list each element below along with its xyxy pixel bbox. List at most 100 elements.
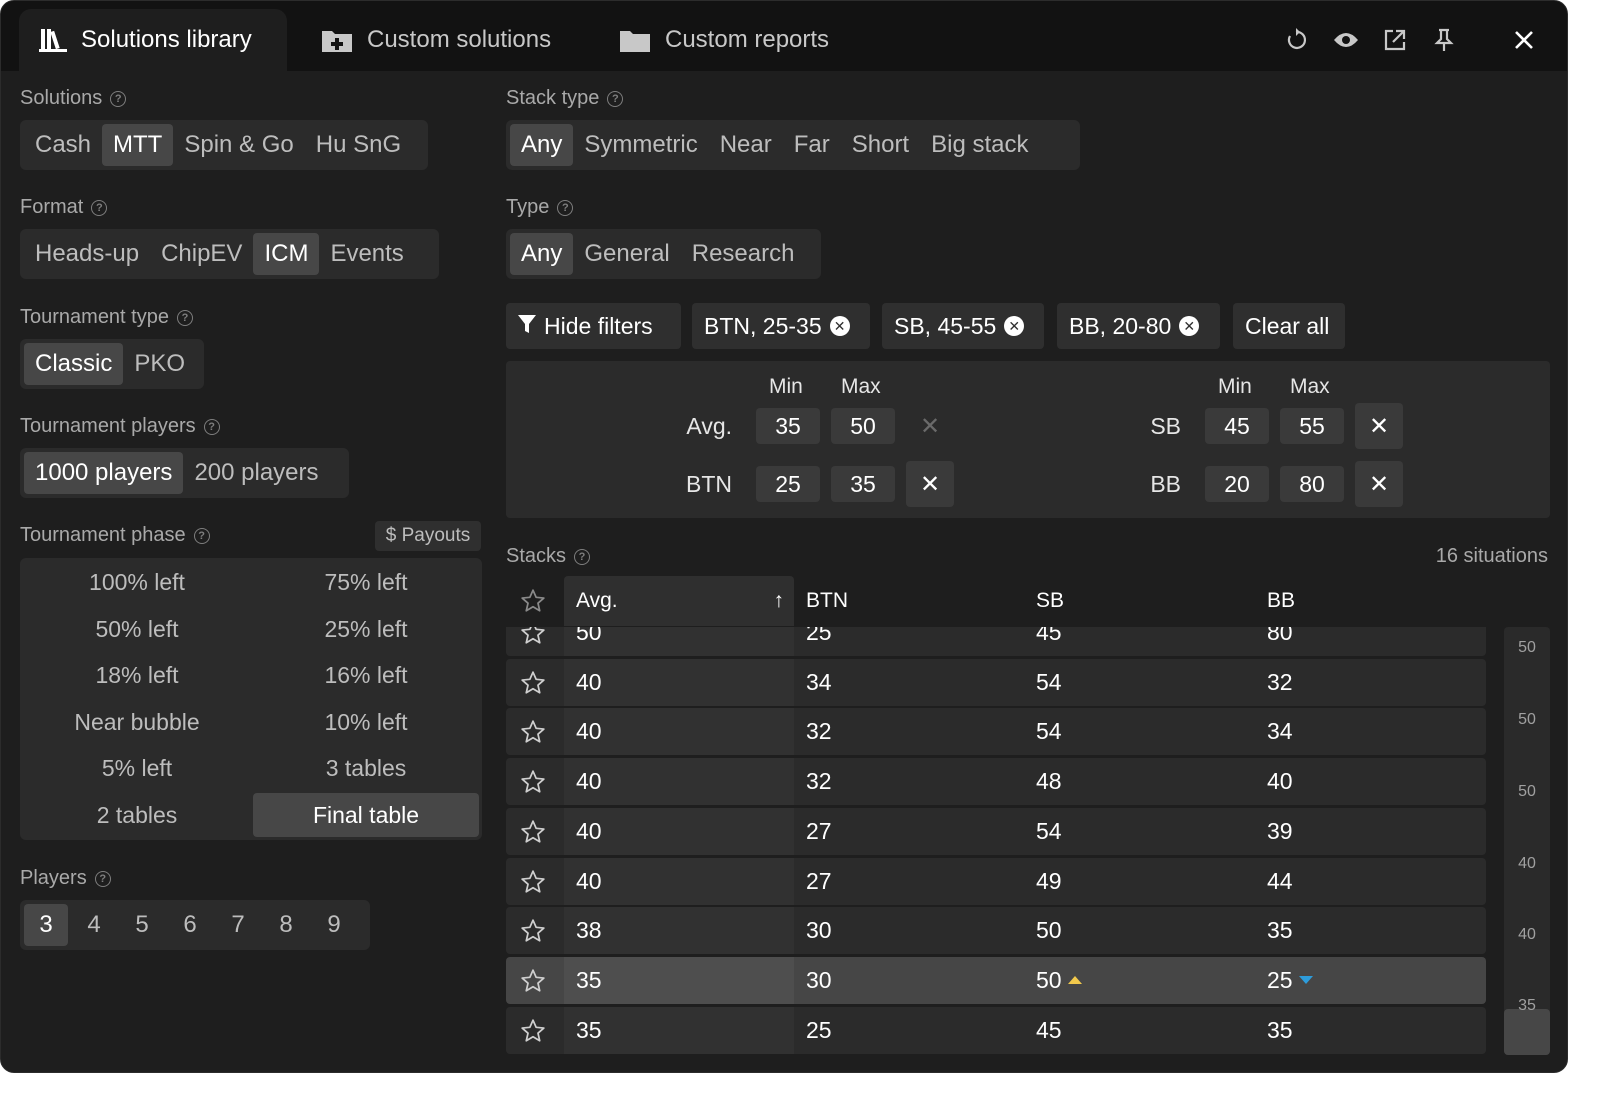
cell-value: 27 <box>806 817 832 844</box>
table-row[interactable]: 40 27 54 39 <box>506 807 1486 855</box>
max-input[interactable]: 35 <box>831 466 895 502</box>
table-row[interactable]: 50 25 45 80 <box>506 627 1486 656</box>
scroll-thumb[interactable] <box>1504 1009 1550 1055</box>
help-icon[interactable]: ? <box>110 90 127 107</box>
players-option[interactable]: 8 <box>264 904 308 946</box>
max-input[interactable]: 80 <box>1280 466 1344 502</box>
format-option-icm[interactable]: ICM <box>253 233 320 275</box>
min-input[interactable]: 35 <box>756 408 820 444</box>
remove-chip-icon[interactable]: ✕ <box>829 316 850 336</box>
table-row[interactable]: 40 27 49 44 <box>506 857 1486 905</box>
players-option-200[interactable]: 200 players <box>183 452 329 494</box>
table-cell-bb: 44 <box>1267 858 1293 905</box>
min-input[interactable]: 45 <box>1205 408 1269 444</box>
column-header-bb[interactable]: BB <box>1267 576 1295 626</box>
tab-solutions-library[interactable]: Solutions library <box>19 9 287 71</box>
help-icon[interactable]: ? <box>557 199 574 216</box>
phase-option-final-table[interactable]: Final table <box>253 793 479 837</box>
players-option[interactable]: 5 <box>120 904 164 946</box>
type-option-general[interactable]: General <box>573 233 680 275</box>
table-row[interactable]: 40 34 54 32 <box>506 658 1486 706</box>
table-row[interactable]: 40 32 48 40 <box>506 758 1486 806</box>
external-link-icon[interactable] <box>1378 23 1412 57</box>
players-option[interactable]: 9 <box>312 904 356 946</box>
solutions-option-spin-go[interactable]: Spin & Go <box>173 124 304 166</box>
eye-icon[interactable] <box>1329 23 1363 57</box>
phase-option[interactable]: 25% left <box>253 607 479 651</box>
type-option-research[interactable]: Research <box>681 233 806 275</box>
cell-value: 54 <box>1036 718 1062 745</box>
phase-option[interactable]: 18% left <box>24 653 250 697</box>
stack-type-option-any[interactable]: Any <box>510 124 574 166</box>
close-icon[interactable] <box>1507 23 1541 57</box>
phase-option[interactable]: 10% left <box>253 700 479 744</box>
solutions-option-hu-sng[interactable]: Hu SnG <box>305 124 412 166</box>
filter-chip-bb[interactable]: BB, 20-80 ✕ <box>1057 303 1220 349</box>
phase-option[interactable]: 16% left <box>253 653 479 697</box>
table-row[interactable]: 38 30 50 35 <box>506 907 1486 955</box>
clear-all-button[interactable]: Clear all <box>1233 303 1345 349</box>
filter-chip-sb[interactable]: SB, 45-55 ✕ <box>882 303 1044 349</box>
type-option-any[interactable]: Any <box>510 233 574 275</box>
phase-option[interactable]: 50% left <box>24 607 250 651</box>
help-icon[interactable]: ? <box>607 90 624 107</box>
filter-chip-btn[interactable]: BTN, 25-35 ✕ <box>692 303 870 349</box>
tab-custom-solutions[interactable]: Custom solutions <box>301 9 581 71</box>
min-input[interactable]: 20 <box>1205 466 1269 502</box>
column-header-sb[interactable]: SB <box>1036 576 1064 626</box>
players-option-1000[interactable]: 1000 players <box>24 452 184 494</box>
help-icon[interactable]: ? <box>574 548 591 565</box>
phase-option[interactable]: 100% left <box>24 560 250 604</box>
column-header-btn[interactable]: BTN <box>806 576 848 626</box>
min-input[interactable]: 25 <box>756 466 820 502</box>
phase-option[interactable]: Near bubble <box>24 700 250 744</box>
tab-custom-reports[interactable]: Custom reports <box>599 9 869 71</box>
payouts-button[interactable]: $ Payouts <box>375 521 481 551</box>
stack-type-option-symmetric[interactable]: Symmetric <box>573 124 708 166</box>
phase-option[interactable]: 75% left <box>253 560 479 604</box>
phase-option[interactable]: 2 tables <box>24 793 250 837</box>
stack-scroll-index[interactable]: 50 50 50 40 40 35 <box>1504 627 1550 1055</box>
remove-range-icon[interactable]: ✕ <box>906 403 954 449</box>
remove-range-icon[interactable]: ✕ <box>1355 403 1403 449</box>
stack-type-option-near[interactable]: Near <box>709 124 783 166</box>
max-input[interactable]: 55 <box>1280 408 1344 444</box>
refresh-icon[interactable] <box>1279 23 1313 57</box>
stack-type-option-big-stack[interactable]: Big stack <box>920 124 1039 166</box>
tournament-type-option-classic[interactable]: Classic <box>24 343 124 385</box>
phase-option[interactable]: 5% left <box>24 746 250 790</box>
table-cell-sb: 54 <box>1036 708 1062 755</box>
remove-range-icon[interactable]: ✕ <box>1355 461 1403 507</box>
format-option-events[interactable]: Events <box>319 233 414 275</box>
format-option-chipev[interactable]: ChipEV <box>150 233 253 275</box>
help-icon[interactable]: ? <box>193 527 210 544</box>
table-cell-avg: 40 <box>576 659 602 706</box>
phase-option[interactable]: 3 tables <box>253 746 479 790</box>
remove-range-icon[interactable]: ✕ <box>906 461 954 507</box>
hide-filters-button[interactable]: Hide filters <box>506 303 681 349</box>
tournament-type-option-pko[interactable]: PKO <box>123 343 196 385</box>
players-option[interactable]: 7 <box>216 904 260 946</box>
pin-icon[interactable] <box>1427 23 1461 57</box>
table-row[interactable]: 40 32 54 34 <box>506 708 1486 756</box>
help-icon[interactable]: ? <box>176 309 193 326</box>
stack-type-option-far[interactable]: Far <box>783 124 841 166</box>
players-option[interactable]: 3 <box>24 904 68 946</box>
help-icon[interactable]: ? <box>91 199 108 216</box>
max-input[interactable]: 50 <box>831 408 895 444</box>
players-option[interactable]: 6 <box>168 904 212 946</box>
solutions-option-mtt[interactable]: MTT <box>102 124 174 166</box>
help-icon[interactable]: ? <box>94 870 111 887</box>
column-header-avg[interactable]: Avg. ↑ <box>564 576 794 626</box>
remove-chip-icon[interactable]: ✕ <box>1179 316 1200 336</box>
remove-chip-icon[interactable]: ✕ <box>1004 316 1025 336</box>
favorite-header-star-icon[interactable] <box>520 576 550 626</box>
players-option[interactable]: 4 <box>72 904 116 946</box>
table-row[interactable]: 35 30 50 25 <box>506 956 1486 1004</box>
solutions-option-cash[interactable]: Cash <box>24 124 102 166</box>
table-row[interactable]: 35 25 45 35 <box>506 1006 1486 1054</box>
stack-type-option-short[interactable]: Short <box>841 124 920 166</box>
help-icon[interactable]: ? <box>203 418 220 435</box>
format-option-heads-up[interactable]: Heads-up <box>24 233 150 275</box>
solutions-window: Solutions library Custom solutions Custo… <box>0 0 1568 1073</box>
